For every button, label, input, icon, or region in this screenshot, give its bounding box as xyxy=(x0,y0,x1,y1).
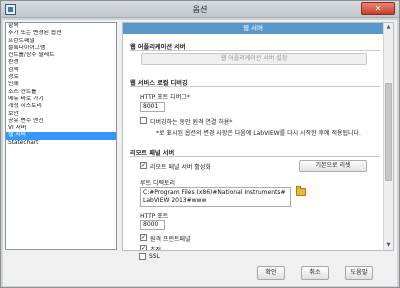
category-item[interactable]: 개정 히스토리 xyxy=(6,103,116,110)
enable-remote-panel-label: 리모트 패널 서버 활성화 xyxy=(150,164,211,171)
root-directory-field[interactable]: C:#Program Files (x86)#National Instrume… xyxy=(140,187,291,207)
category-item[interactable]: 보안 xyxy=(6,111,116,118)
category-item[interactable]: 추가 또는 변경된 옵션 xyxy=(6,30,116,37)
restart-note: *로 표시된 옵션의 변경 사항은 다음에 LabVIEW를 다시 시작한 후에… xyxy=(156,130,361,137)
category-item[interactable]: 검색 xyxy=(6,67,116,74)
ssl-checkbox[interactable] xyxy=(139,253,146,260)
remote-http-port-input[interactable]: 8000 xyxy=(140,220,165,230)
tracing-label: 추적 xyxy=(150,247,162,251)
category-item[interactable]: VI 서버 xyxy=(6,125,116,132)
category-item[interactable]: 메뉴 바로 가기 xyxy=(6,96,116,103)
restore-defaults-button[interactable]: 기본으로 리셋 xyxy=(299,160,367,172)
scrollbar-thumb[interactable] xyxy=(385,83,392,181)
category-item[interactable]: 환경 xyxy=(6,59,116,66)
category-item[interactable]: 경로 xyxy=(6,74,116,81)
remote-http-port-label: HTTP 포트 xyxy=(140,213,169,220)
category-item-selected[interactable]: 웹 서버 xyxy=(6,132,116,140)
root-directory-line1: C:#Program Files (x86)#National Instrume… xyxy=(143,189,286,196)
tracing-checkbox[interactable]: ✓ xyxy=(140,245,147,250)
options-window: 옵션 ✕ 항목 추가 또는 변경된 옵션 프런트패널 블록다이어그램 컨트롤/함… xyxy=(0,0,400,288)
category-item[interactable]: 컨트롤/함수 팔레트 xyxy=(6,52,116,59)
app-server-config-button[interactable]: 웹 어플리케이션 서버 설정 xyxy=(141,53,367,65)
remote-front-panel-label: 원격 프런트패널 xyxy=(150,236,191,243)
browse-folder-icon[interactable] xyxy=(296,186,306,196)
category-list[interactable]: 항목 추가 또는 변경된 옵션 프런트패널 블록다이어그램 컨트롤/함수 팔레트… xyxy=(5,22,117,250)
close-icon: ✕ xyxy=(374,4,382,13)
panel-scrollbar[interactable]: ▲ ▼ xyxy=(383,23,393,250)
category-item[interactable]: 블록다이어그램 xyxy=(6,45,116,52)
window-title: 옵션 xyxy=(192,5,208,14)
close-button[interactable]: ✕ xyxy=(361,2,395,15)
remote-debug-label: 디버깅하는 동안 원격 연결 허용* xyxy=(150,119,233,126)
category-item[interactable]: 항목 xyxy=(6,23,116,30)
section-divider xyxy=(130,50,380,51)
section-divider xyxy=(130,86,380,87)
ok-button[interactable]: 확인 xyxy=(257,266,285,280)
title-bar[interactable]: 옵션 ✕ xyxy=(1,1,399,18)
scroll-up-icon[interactable]: ▲ xyxy=(384,23,393,32)
root-directory-line2: LabVIEW 2013#www xyxy=(143,197,207,204)
dialog-body: 항목 추가 또는 변경된 옵션 프런트패널 블록다이어그램 컨트롤/함수 팔레트… xyxy=(3,20,397,286)
section-divider xyxy=(130,156,380,157)
category-item[interactable]: 인쇄 xyxy=(6,81,116,88)
category-item[interactable]: Statechart xyxy=(6,140,116,147)
category-item[interactable]: 프런트패널 xyxy=(6,38,116,45)
panel-header: 웹 서버 xyxy=(123,23,383,34)
category-item[interactable]: 소스 컨트롤 xyxy=(6,89,116,96)
debug-http-port-label: HTTP 포트 디버그* xyxy=(140,94,190,101)
remote-debug-checkbox[interactable] xyxy=(140,117,147,124)
remote-front-panel-checkbox[interactable]: ✓ xyxy=(140,234,147,241)
settings-panel: 웹 서버 웹 어플리케이션 서버 웹 어플리케이션 서버 설정 웹 서비스 로컬… xyxy=(122,22,394,251)
help-button[interactable]: 도움말 xyxy=(345,266,373,280)
category-item[interactable]: 공유 변수 엔진 xyxy=(6,118,116,125)
enable-remote-panel-checkbox[interactable]: ✓ xyxy=(140,162,147,169)
ssl-label: SSL xyxy=(149,253,160,260)
scroll-down-icon[interactable]: ▼ xyxy=(384,241,393,250)
root-directory-label: 루트 디렉토리 xyxy=(140,180,176,187)
debug-http-port-input[interactable]: 8001 xyxy=(140,102,165,112)
cancel-button[interactable]: 취소 xyxy=(301,266,329,280)
